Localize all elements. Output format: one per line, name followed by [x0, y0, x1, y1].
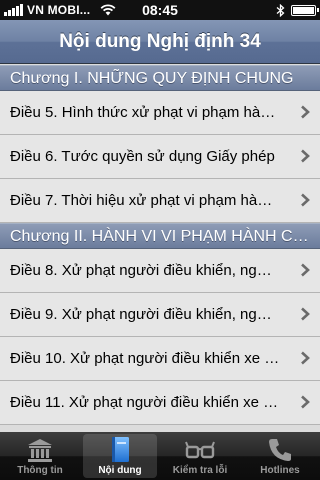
- chevron-right-icon: [301, 263, 310, 277]
- tab-thong-tin[interactable]: Thông tin: [0, 432, 80, 480]
- section-header-chapter-2: Chương II. HÀNH VI VI PHẠM HÀNH CHÍNH: [0, 223, 320, 249]
- wifi-icon: [100, 4, 116, 16]
- carrier-name: VN MOBI...: [27, 3, 91, 17]
- list-item[interactable]: Điều 6. Tước quyền sử dụng Giấy phép: [0, 135, 320, 179]
- page-title: Nội dung Nghị định 34: [59, 30, 261, 52]
- chevron-right-icon: [301, 395, 310, 409]
- status-bar: VN MOBI... 08:45: [0, 0, 320, 20]
- list-item-label: Điều 5. Hình thức xử phạt vi phạm hành c…: [10, 104, 280, 121]
- list-item-label: Điều 8. Xử phạt người điều khiển, người …: [10, 262, 280, 279]
- tab-label: Thông tin: [17, 465, 63, 476]
- list-item-label: Điều 10. Xử phạt người điều khiển xe máy: [10, 350, 280, 367]
- chevron-right-icon: [301, 149, 310, 163]
- chevron-right-icon: [301, 193, 310, 207]
- tab-label: Nội dung: [98, 465, 142, 476]
- list-item[interactable]: Điều 5. Hình thức xử phạt vi phạm hành c…: [0, 91, 320, 135]
- list-item-label: Điều 6. Tước quyền sử dụng Giấy phép: [10, 148, 275, 165]
- list-item[interactable]: Điều 9. Xử phạt người điều khiển, người …: [0, 293, 320, 337]
- glasses-icon: [185, 441, 215, 459]
- tab-label: Kiểm tra lỗi: [172, 465, 228, 476]
- list-item-label: Điều 9. Xử phạt người điều khiển, người …: [10, 306, 280, 323]
- signal-strength-icon: [4, 4, 23, 16]
- tab-label: Hotlines: [260, 465, 300, 476]
- list-item-label: Điều 7. Thời hiệu xử phạt vi phạm hành c…: [10, 192, 280, 209]
- list-item[interactable]: Điều 11. Xử phạt người điều khiển xe đạp: [0, 381, 320, 425]
- chevron-right-icon: [301, 351, 310, 365]
- chevron-right-icon: [301, 307, 310, 321]
- content-list[interactable]: Chương I. NHỮNG QUY ĐỊNH CHUNG Điều 5. H…: [0, 65, 320, 432]
- chevron-right-icon: [301, 105, 310, 119]
- battery-icon: [291, 4, 319, 16]
- list-item[interactable]: Điều 10. Xử phạt người điều khiển xe máy: [0, 337, 320, 381]
- bank-icon: [28, 439, 52, 462]
- tab-kiem-tra-loi[interactable]: Kiểm tra lỗi: [160, 432, 240, 480]
- list-item[interactable]: Điều 7. Thời hiệu xử phạt vi phạm hành c…: [0, 179, 320, 223]
- tab-hotlines[interactable]: Hotlines: [240, 432, 320, 480]
- bluetooth-icon: [276, 3, 285, 17]
- list-item-label: Điều 11. Xử phạt người điều khiển xe đạp: [10, 394, 280, 411]
- section-header-chapter-1: Chương I. NHỮNG QUY ĐỊNH CHUNG: [0, 65, 320, 91]
- list-item[interactable]: Điều 8. Xử phạt người điều khiển, người …: [0, 249, 320, 293]
- tab-bar: Thông tin Nội dung Kiểm tra lỗi Hotlines: [0, 432, 320, 480]
- status-left: VN MOBI...: [4, 0, 116, 20]
- battery-fill: [293, 6, 314, 14]
- phone-icon: [269, 439, 291, 461]
- tab-noi-dung[interactable]: Nội dung: [80, 432, 160, 480]
- navigation-bar: Nội dung Nghị định 34: [0, 20, 320, 64]
- book-icon: [112, 437, 129, 462]
- status-right: [276, 0, 319, 20]
